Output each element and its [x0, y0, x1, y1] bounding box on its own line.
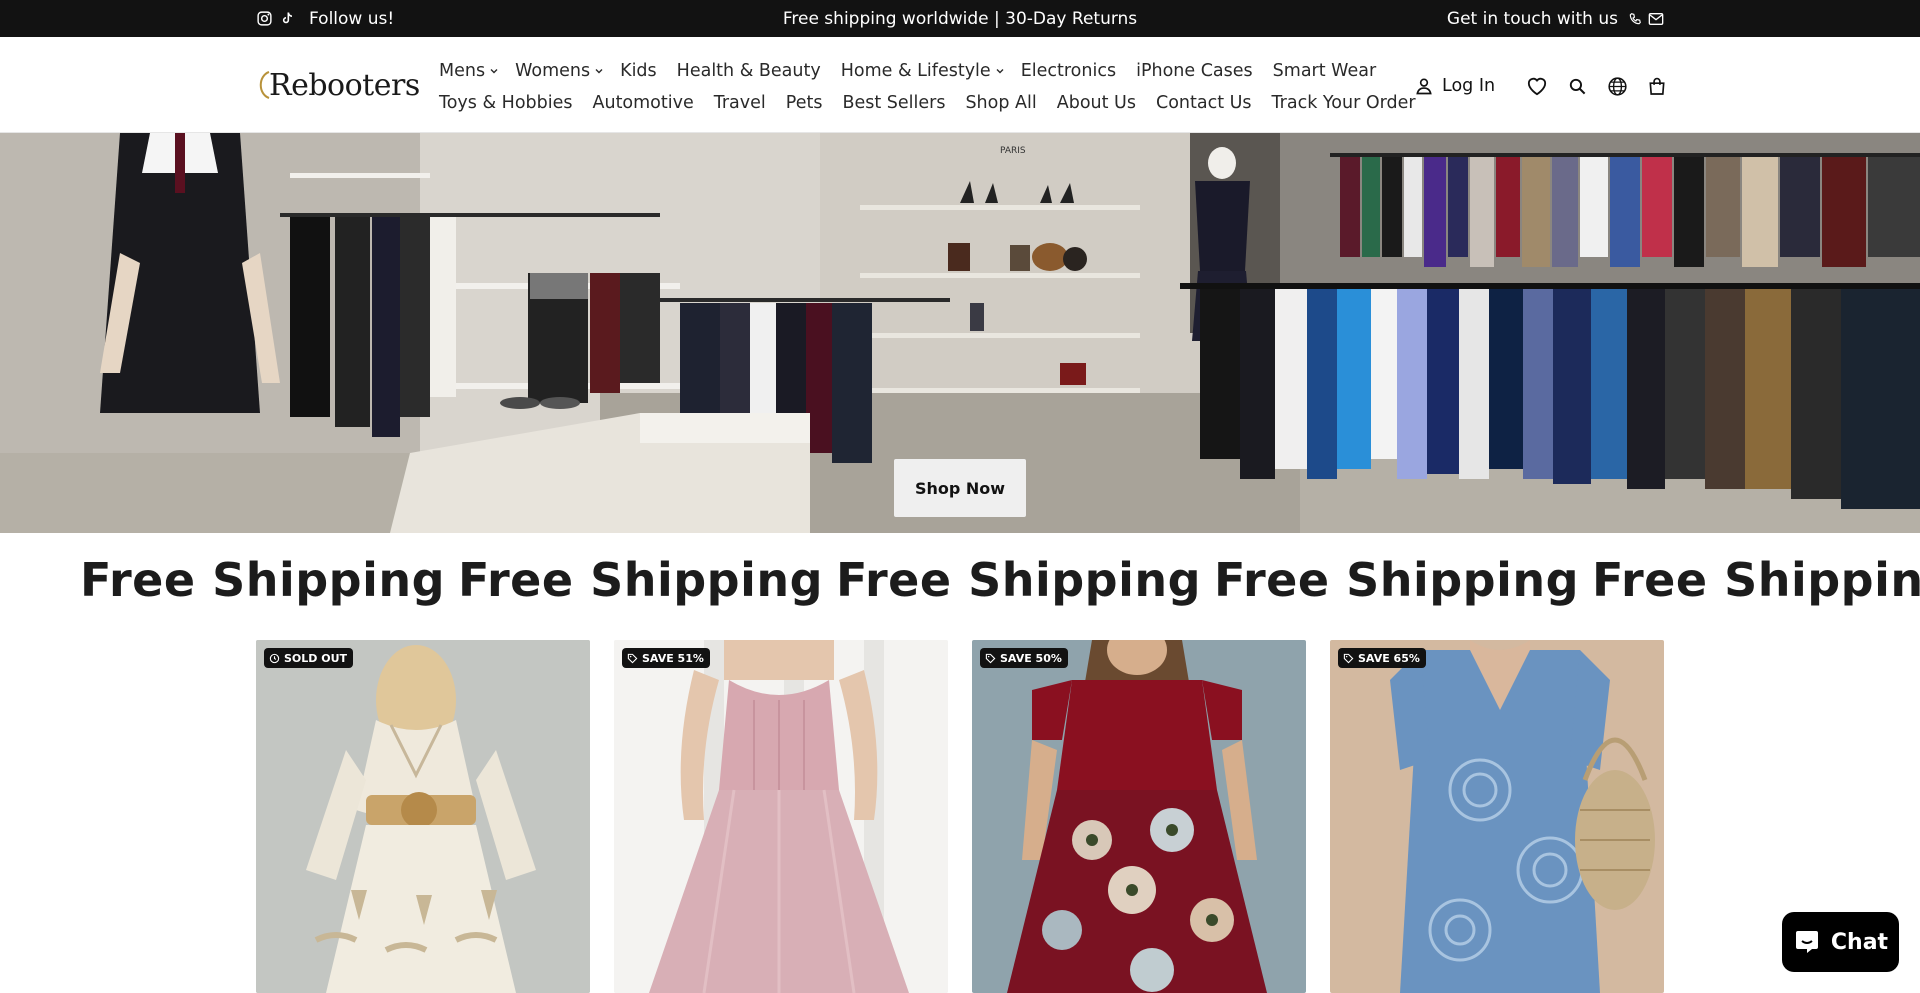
nav-item[interactable]: Home & Lifestyle	[841, 61, 1005, 81]
product-badge: SAVE 50%	[980, 648, 1068, 668]
product-grid: SOLD OUT SAVE 51% SAVE 50% SAVE 65%	[256, 640, 1664, 993]
chevron-down-icon	[996, 69, 1004, 74]
chevron-down-icon	[595, 69, 603, 74]
globe-icon	[1607, 76, 1627, 96]
login-link[interactable]: Log In	[1414, 76, 1495, 96]
blue-print-dress-image	[1330, 640, 1664, 993]
nav-item-label: Toys & Hobbies	[439, 93, 573, 113]
nav-item-label: Best Sellers	[842, 93, 946, 113]
nav-item-label: Womens	[515, 61, 591, 81]
tag-icon	[627, 653, 638, 663]
nav-item[interactable]: Automotive	[593, 93, 694, 113]
nav-item-label: Smart Wear	[1272, 61, 1377, 81]
product-card[interactable]: SAVE 51%	[614, 640, 948, 993]
nav-item[interactable]: Womens	[515, 61, 604, 81]
wishlist-button[interactable]	[1517, 70, 1557, 102]
marquee-item: Free Shipping	[1592, 553, 1920, 607]
free-shipping-marquee: Free Shipping Free Shipping Free Shipping F…	[0, 533, 1920, 640]
tag-icon	[1343, 653, 1354, 663]
nav-item-label: Automotive	[592, 93, 694, 113]
nav-item-label: Health & Beauty	[676, 61, 821, 81]
nav-item-label: Travel	[713, 93, 766, 113]
shop-now-button[interactable]: Shop Now	[894, 459, 1026, 517]
nav-item[interactable]: Health & Beauty	[677, 61, 821, 81]
bag-icon	[1649, 77, 1665, 95]
nav-item[interactable]: Kids	[620, 61, 657, 81]
nav-item-label: Pets	[785, 93, 823, 113]
cart-button[interactable]	[1637, 70, 1677, 102]
chat-label: Chat	[1830, 929, 1889, 955]
announcement-message: Free shipping worldwide | 30-Day Returns	[782, 8, 1138, 29]
search-icon	[1569, 78, 1585, 94]
nav-item-label: Electronics	[1020, 61, 1117, 81]
search-button[interactable]	[1557, 70, 1597, 102]
nav-item-label: Home & Lifestyle	[840, 61, 991, 81]
country-selector[interactable]	[1597, 70, 1637, 102]
mail-icon[interactable]	[1648, 12, 1664, 26]
tiktok-icon[interactable]	[279, 10, 295, 27]
nav-item[interactable]: Travel	[714, 93, 766, 113]
nav-item[interactable]: Track Your Order	[1272, 93, 1416, 113]
chevron-down-icon	[490, 69, 498, 74]
contact-text: Get in touch with us	[1446, 8, 1618, 29]
nav-row-2: Toys & Hobbies Automotive Travel Pets Best S…	[439, 87, 1416, 119]
follow-us-text: Follow us!	[309, 8, 395, 29]
marquee-item: Free Shipping	[80, 553, 446, 607]
heart-icon	[1527, 77, 1547, 96]
social-links: Follow us!	[256, 0, 394, 37]
red-floral-dress-image	[972, 640, 1306, 993]
nav-item[interactable]: Toys & Hobbies	[439, 93, 573, 113]
nav-item[interactable]: Best Sellers	[842, 93, 945, 113]
nav-item[interactable]: Smart Wear	[1273, 61, 1376, 81]
nav-item-label: Track Your Order	[1271, 93, 1416, 113]
instagram-icon[interactable]	[256, 10, 273, 27]
user-icon	[1416, 78, 1432, 95]
site-header: Rebooters Mens Womens Kids Health & Beauty H…	[0, 37, 1920, 133]
nav-item-label: iPhone Cases	[1136, 61, 1253, 81]
product-badge-label: SAVE 65%	[1358, 651, 1420, 665]
product-badge: SAVE 51%	[622, 648, 710, 668]
marquee-item: Free Shipping	[1214, 553, 1580, 607]
hero-banner: PARIS Shop Now	[0, 133, 1920, 533]
store-sign-paris: PARIS	[1000, 146, 1026, 156]
product-card[interactable]: SAVE 65%	[1330, 640, 1664, 993]
nav-item[interactable]: Pets	[786, 93, 823, 113]
nav-item-label: Shop All	[965, 93, 1037, 113]
chat-button[interactable]: Chat	[1782, 912, 1899, 972]
product-badge: SAVE 65%	[1338, 648, 1426, 668]
product-badge: SOLD OUT	[264, 648, 354, 668]
product-card[interactable]: SAVE 50%	[972, 640, 1306, 993]
marquee-item: Free Shipping	[836, 553, 1202, 607]
logo-text: Rebooters	[269, 67, 420, 103]
nav-item-label: Contact Us	[1155, 93, 1252, 113]
nav-row-1: Mens Womens Kids Health & Beauty Home & Life…	[439, 55, 1379, 87]
nav-item[interactable]: Electronics	[1021, 61, 1116, 81]
product-badge-label: SAVE 50%	[1000, 651, 1062, 665]
nav-item[interactable]: Shop All	[965, 93, 1036, 113]
main-nav: Mens Womens Kids Health & Beauty Home & Life…	[439, 55, 1416, 119]
nav-item-label: Kids	[620, 61, 657, 81]
product-badge-label: SAVE 51%	[642, 651, 704, 665]
nav-item-label: Mens	[439, 61, 486, 81]
nav-item[interactable]: Contact Us	[1156, 93, 1252, 113]
white-boho-dress-image	[256, 640, 590, 993]
login-label: Log In	[1442, 76, 1496, 96]
announcement-bar: Follow us! Free shipping worldwide | 30-…	[0, 0, 1920, 37]
product-badge-label: SOLD OUT	[284, 651, 348, 665]
nav-item-label: About Us	[1056, 93, 1136, 113]
pink-tulle-dress-image	[614, 640, 948, 993]
nav-item[interactable]: iPhone Cases	[1136, 61, 1253, 81]
tag-icon	[985, 653, 996, 663]
logo[interactable]: Rebooters	[256, 65, 420, 105]
product-card[interactable]: SOLD OUT	[256, 640, 590, 993]
contact-links: Get in touch with us	[1447, 0, 1664, 37]
nav-item[interactable]: About Us	[1057, 93, 1136, 113]
nav-item[interactable]: Mens	[439, 61, 499, 81]
phone-icon[interactable]	[1628, 12, 1642, 26]
clock-icon	[269, 653, 280, 663]
chat-bubble-icon	[1795, 931, 1818, 953]
marquee-item: Free Shipping	[458, 553, 824, 607]
header-actions: Log In	[1414, 70, 1677, 102]
